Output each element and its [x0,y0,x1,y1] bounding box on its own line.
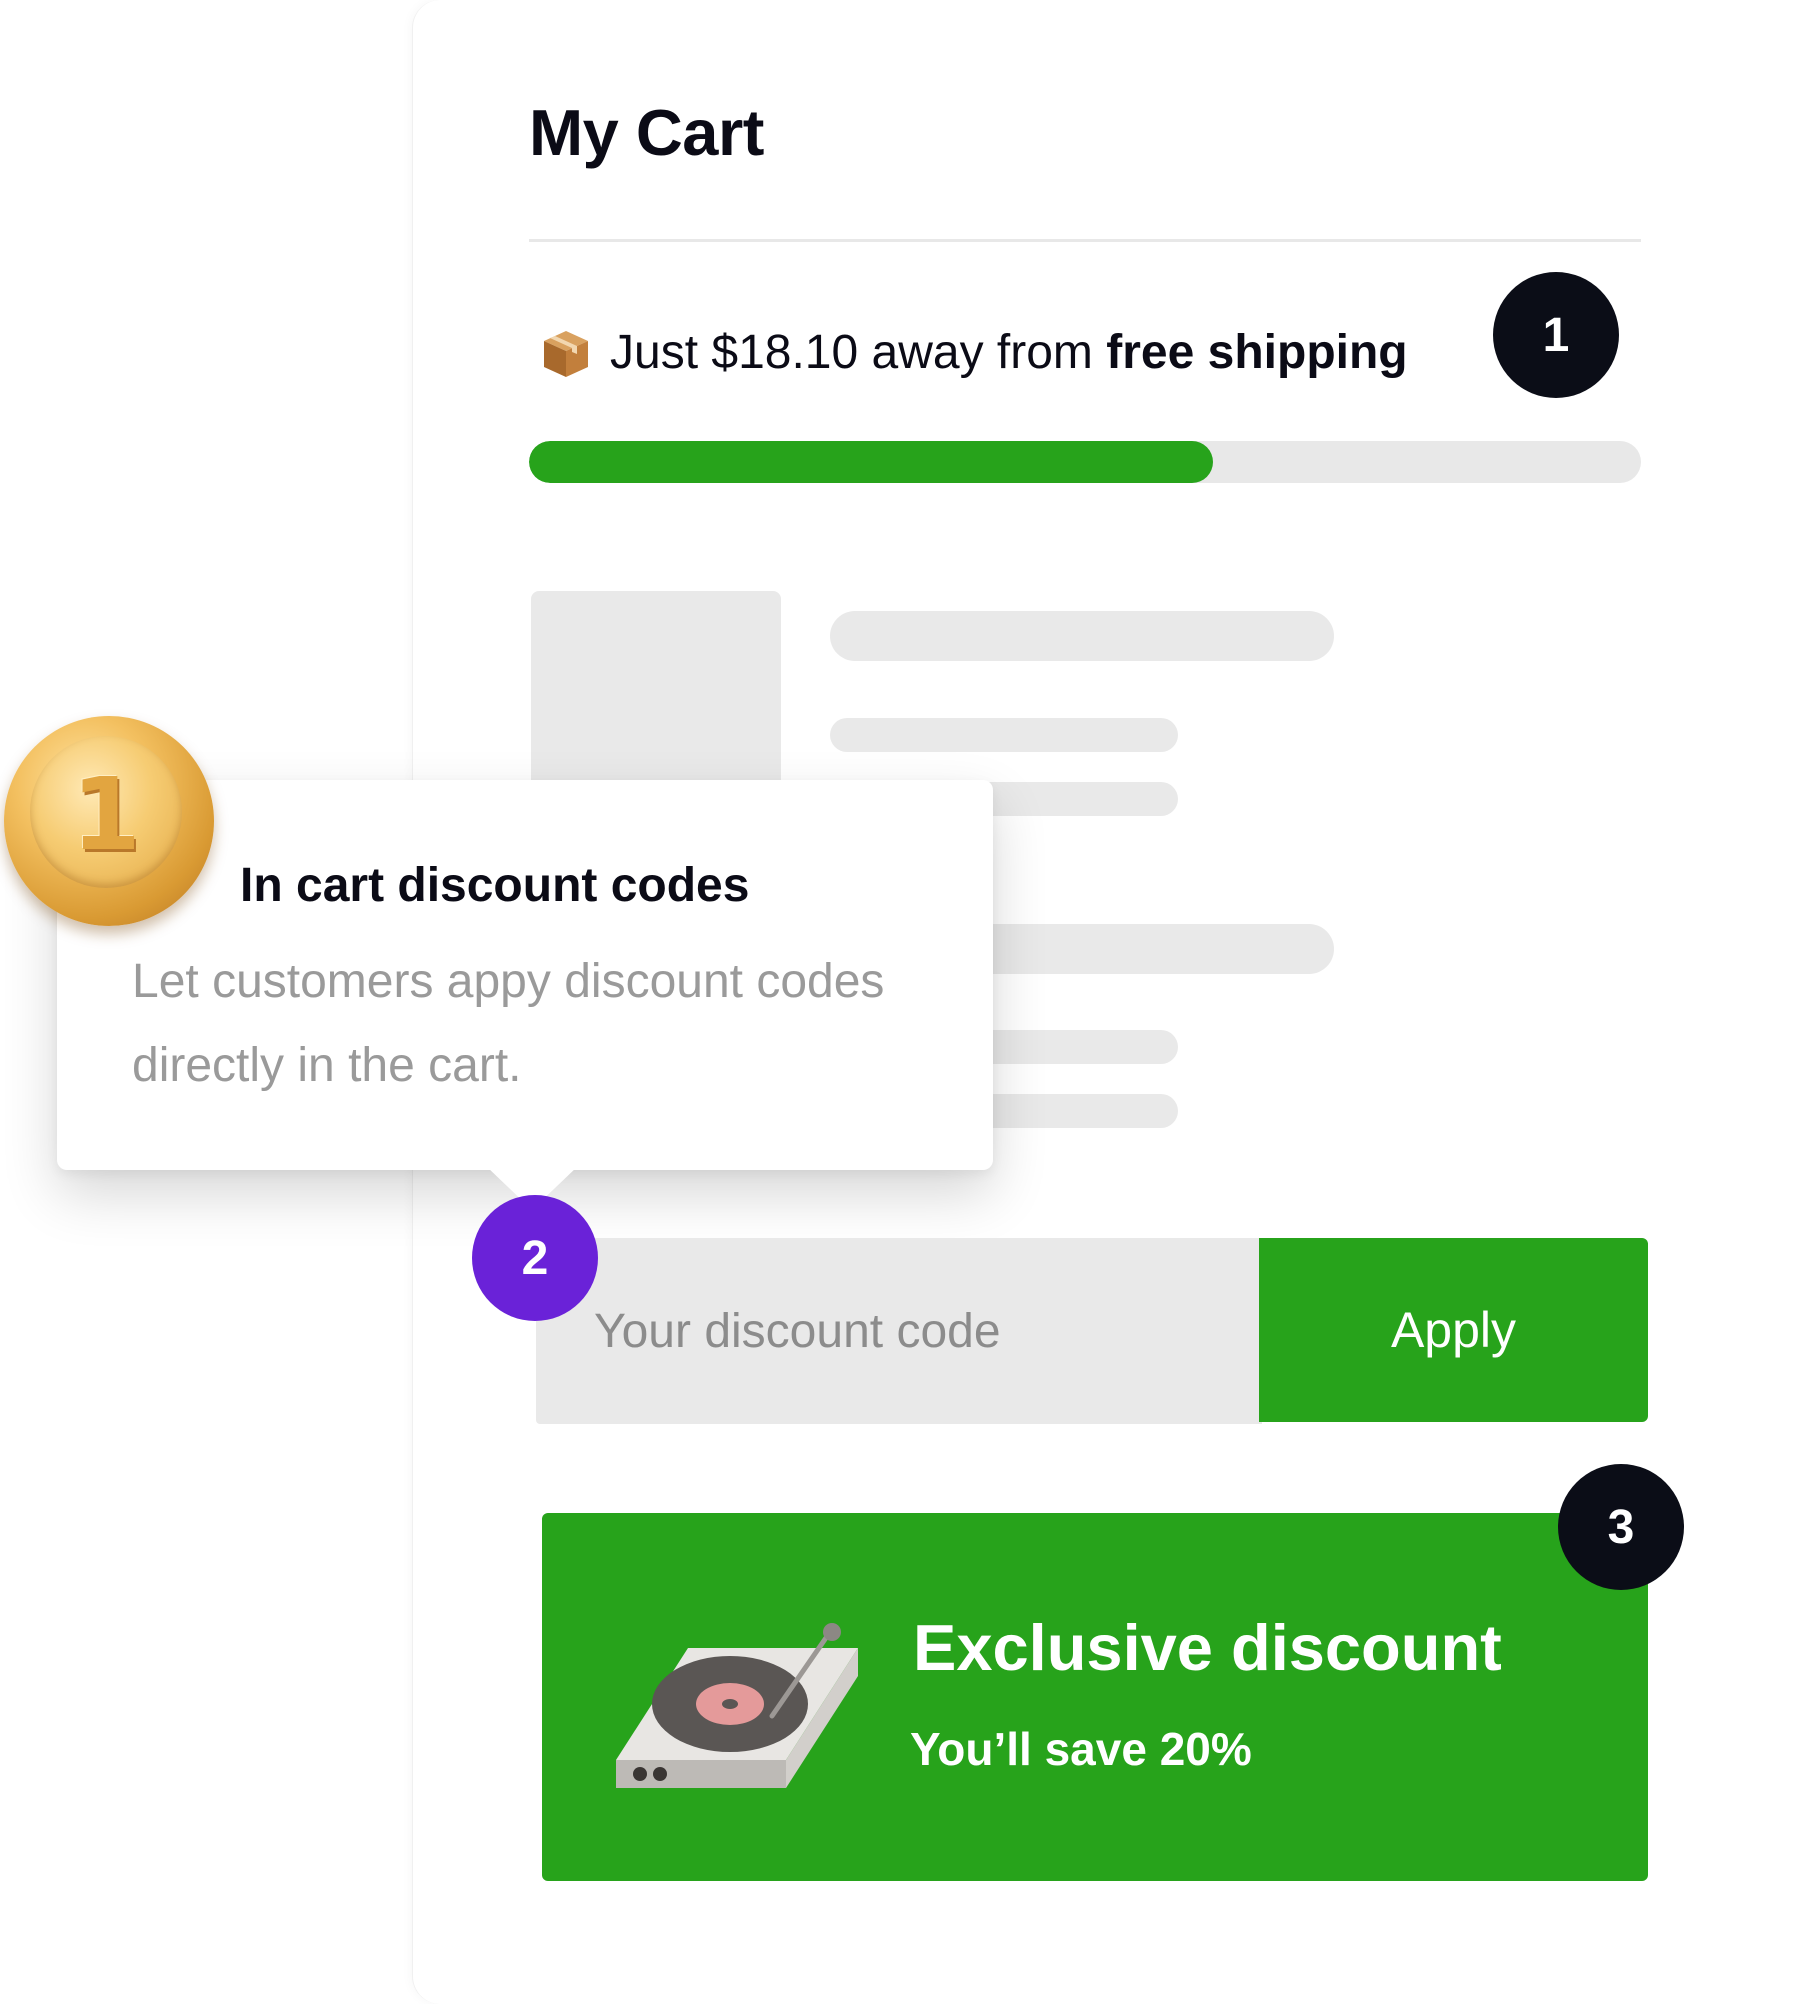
product-title-placeholder [830,611,1334,661]
header-divider [529,239,1641,242]
apply-discount-button[interactable]: Apply [1259,1238,1648,1422]
coin-icon: 1 [4,716,214,926]
free-shipping-message: Just $18.10 away from free shipping [540,325,1408,380]
tooltip-description: Let customers appy discount codes direct… [132,955,885,1092]
shipping-message-text: Just $18.10 away from [610,326,1107,379]
turntable-icon [596,1590,876,1810]
tooltip-title: In cart discount codes [240,859,750,912]
step-badge-2: 2 [472,1195,598,1321]
step-badge-1: 1 [1493,272,1619,398]
promo-subtitle: You’ll save 20% [910,1723,1252,1775]
progress-fill [529,441,1213,483]
package-icon [540,327,592,379]
free-shipping-progress-bar [529,441,1641,483]
promo-title: Exclusive discount [913,1611,1502,1684]
step-badge-3: 3 [1558,1464,1684,1590]
coin-digit: 1 [71,756,141,873]
product-detail-placeholder [830,718,1178,752]
discount-code-input[interactable] [536,1238,1262,1424]
page-title: My Cart [529,96,764,169]
shipping-message-emphasis: free shipping [1106,326,1408,379]
